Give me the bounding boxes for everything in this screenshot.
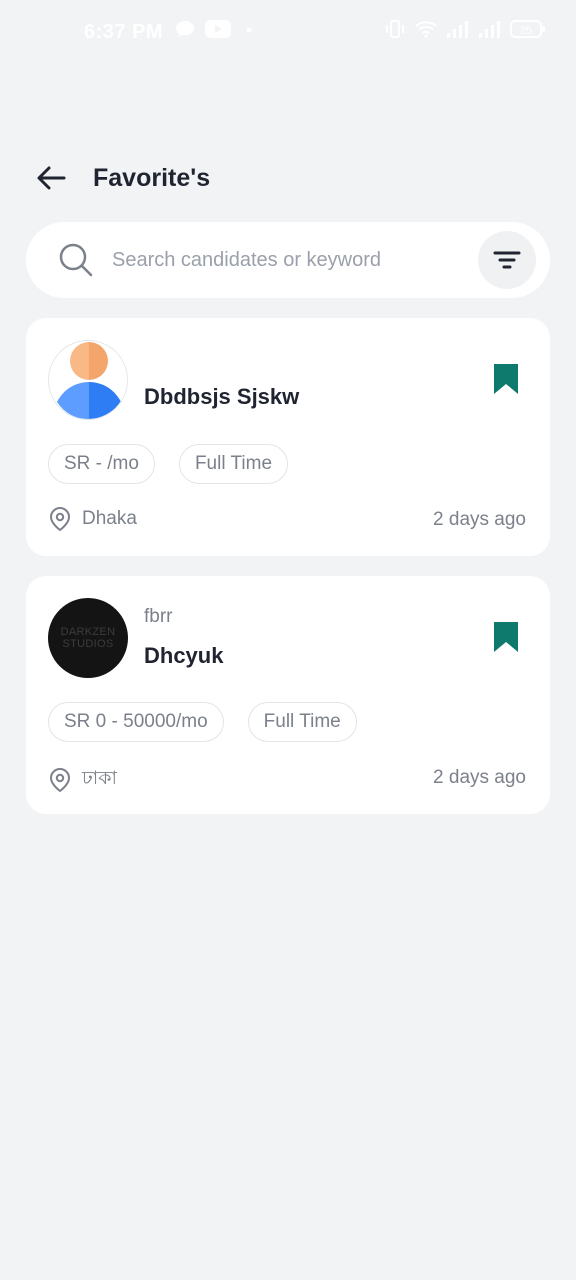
arrow-left-icon [37, 166, 66, 190]
default-person-avatar-icon [49, 341, 127, 419]
page-title: Favorite's [93, 163, 211, 192]
location: Dhaka [48, 506, 137, 532]
youtube-icon [205, 20, 232, 44]
chat-bubble-icon [175, 20, 195, 44]
salary-tag: SR 0 - 50000/mo [48, 702, 224, 742]
avatar [48, 340, 128, 420]
posted-time: 2 days ago [433, 509, 526, 530]
battery-level: 25 [520, 25, 532, 37]
filter-button[interactable] [478, 231, 536, 289]
job-type-tag: Full Time [247, 702, 357, 742]
back-button[interactable] [34, 161, 68, 195]
candidate-name: Dhcyuk [144, 643, 224, 668]
avatar-logo-line-2: STUDIOS [62, 638, 114, 650]
status-bar: 6:37 PM 25 [0, 0, 576, 64]
location-label: ঢাকা [82, 768, 118, 789]
battery-icon: 25 [510, 19, 546, 45]
job-type-tag: Full Time [178, 444, 289, 484]
avatar-logo-line-1: DARKZEN [60, 626, 116, 638]
wifi-icon [414, 19, 438, 45]
location: ঢাকা [48, 764, 117, 796]
tags: SR 0 - 50000/mo Full Time [48, 702, 357, 742]
status-time: 6:37 PM [84, 20, 164, 43]
dot-icon [241, 21, 257, 44]
candidate-subtitle: fbrr [144, 606, 173, 627]
bookmark-icon [494, 622, 518, 652]
bookmark-button[interactable] [492, 620, 520, 654]
candidate-card[interactable]: DARKZEN STUDIOS fbrr Dhcyuk SR 0 - 50000… [26, 576, 550, 814]
page-header: Favorite's [0, 148, 576, 208]
bookmark-button[interactable] [492, 362, 520, 396]
location-label: Dhaka [82, 508, 137, 529]
posted-time: 2 days ago [433, 767, 526, 788]
search-bar [26, 222, 550, 298]
search-input[interactable] [112, 248, 478, 272]
search-icon [58, 242, 94, 278]
filter-icon [493, 251, 521, 269]
signal-icon-2 [478, 19, 502, 45]
bookmark-icon [494, 364, 518, 394]
candidate-card[interactable]: Dbdbsjs Sjskw SR - /mo Full Time Dhaka 2… [26, 318, 550, 556]
location-pin-icon [49, 767, 71, 793]
location-pin-icon [49, 506, 71, 532]
vibrate-icon [384, 19, 406, 45]
candidate-name: Dbdbsjs Sjskw [144, 384, 300, 409]
avatar: DARKZEN STUDIOS [48, 598, 128, 678]
signal-icon [446, 19, 470, 45]
tags: SR - /mo Full Time [48, 444, 289, 484]
salary-tag: SR - /mo [48, 444, 155, 484]
